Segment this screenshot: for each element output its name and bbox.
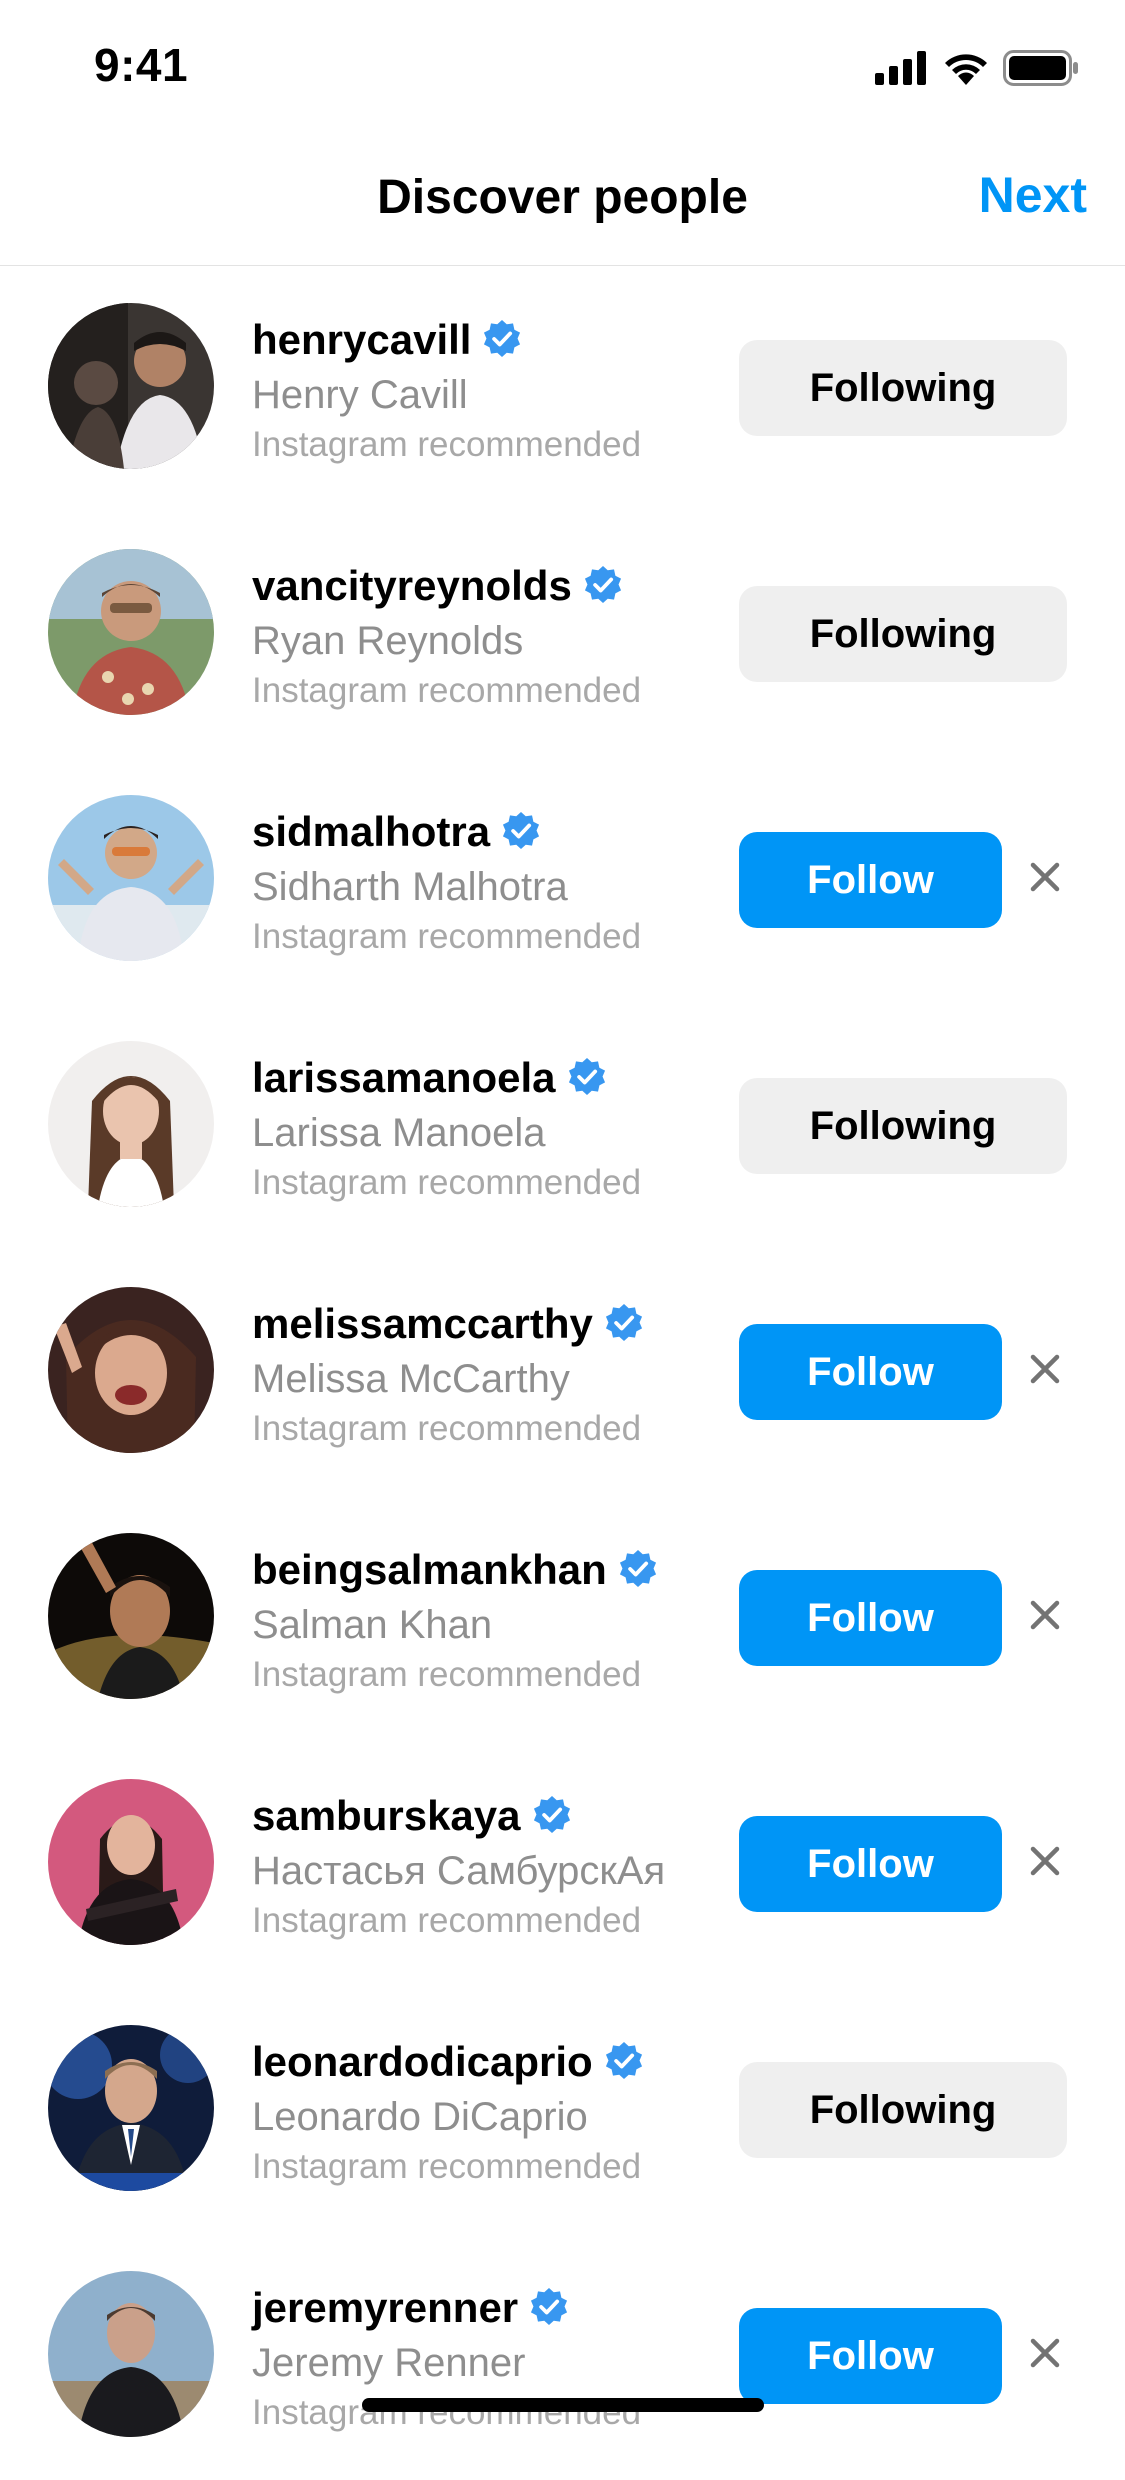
person-info: melissamccarthy Melissa McCarthy Instagr…: [252, 1298, 722, 1452]
username[interactable]: samburskaya: [252, 1792, 521, 1840]
people-list: henrycavill Henry Cavill Instagram recom…: [0, 266, 1125, 2480]
list-item: melissamccarthy Melissa McCarthy Instagr…: [0, 1250, 1125, 1496]
verified-badge-icon: [568, 1058, 605, 1096]
page-title: Discover people: [377, 171, 748, 224]
full-name: Ryan Reynolds: [252, 619, 524, 663]
follow-button[interactable]: Follow: [739, 2308, 1002, 2404]
full-name: Sidharth Malhotra: [252, 865, 568, 909]
following-button[interactable]: Following: [739, 1078, 1067, 1174]
status-bar: 9:41: [0, 0, 1125, 140]
person-info: sidmalhotra Sidharth Malhotra Instagram …: [252, 806, 722, 960]
close-icon[interactable]: [1024, 1840, 1066, 1882]
username[interactable]: jeremyrenner: [252, 2284, 518, 2332]
verified-badge-icon: [503, 812, 540, 850]
verified-badge-icon: [605, 2042, 642, 2080]
person-info: beingsalmankhan Salman Khan Instagram re…: [252, 1544, 722, 1698]
list-item: vancityreynolds Ryan Reynolds Instagram …: [0, 512, 1125, 758]
avatar[interactable]: [48, 1779, 214, 1945]
full-name: Melissa McCarthy: [252, 1357, 570, 1401]
home-indicator[interactable]: [362, 2398, 764, 2412]
verified-badge-icon: [584, 566, 621, 604]
avatar[interactable]: [48, 1041, 214, 1207]
person-info: jeremyrenner Jeremy Renner Instagram rec…: [252, 2282, 722, 2436]
avatar[interactable]: [48, 795, 214, 961]
follow-button[interactable]: Follow: [739, 1570, 1002, 1666]
list-item: henrycavill Henry Cavill Instagram recom…: [0, 266, 1125, 512]
close-icon[interactable]: [1024, 2332, 1066, 2374]
follow-button[interactable]: Follow: [739, 1816, 1002, 1912]
header: Discover people Next: [0, 140, 1125, 266]
avatar[interactable]: [48, 1287, 214, 1453]
follow-button[interactable]: Follow: [739, 832, 1002, 928]
battery-icon: [1003, 50, 1078, 86]
verified-badge-icon: [619, 1550, 656, 1588]
recommendation-text: Instagram recommended: [252, 425, 642, 464]
verified-badge-icon: [533, 1796, 570, 1834]
recommendation-text: Instagram recommended: [252, 1901, 642, 1940]
full-name: Salman Khan: [252, 1603, 493, 1647]
status-time: 9:41: [94, 39, 189, 91]
status-icons: [875, 50, 1079, 86]
close-icon[interactable]: [1024, 856, 1066, 898]
avatar[interactable]: [48, 549, 214, 715]
username[interactable]: vancityreynolds: [252, 562, 572, 610]
avatar[interactable]: [48, 303, 214, 469]
person-info: vancityreynolds Ryan Reynolds Instagram …: [252, 560, 722, 714]
full-name: Larissa Manoela: [252, 1111, 546, 1155]
verified-badge-icon: [531, 2288, 568, 2326]
list-item: leonardodicaprio Leonardo DiCaprio Insta…: [0, 1988, 1125, 2234]
full-name: Leonardo DiCaprio: [252, 2095, 588, 2139]
list-item: sidmalhotra Sidharth Malhotra Instagram …: [0, 758, 1125, 1004]
following-button[interactable]: Following: [739, 2062, 1067, 2158]
verified-badge-icon: [605, 1304, 642, 1342]
person-info: samburskaya Настасья СамбурскАя Instagra…: [252, 1790, 722, 1944]
following-button[interactable]: Following: [739, 586, 1067, 682]
list-item: larissamanoela Larissa Manoela Instagram…: [0, 1004, 1125, 1250]
person-info: larissamanoela Larissa Manoela Instagram…: [252, 1052, 722, 1206]
close-icon[interactable]: [1024, 1594, 1066, 1636]
list-item: jeremyrenner Jeremy Renner Instagram rec…: [0, 2234, 1125, 2480]
username[interactable]: beingsalmankhan: [252, 1546, 607, 1594]
full-name: Настасья СамбурскАя: [252, 1849, 666, 1893]
close-icon[interactable]: [1024, 1348, 1066, 1390]
recommendation-text: Instagram recommended: [252, 2393, 642, 2432]
follow-button[interactable]: Follow: [739, 1324, 1002, 1420]
person-info: leonardodicaprio Leonardo DiCaprio Insta…: [252, 2036, 722, 2190]
wifi-icon: [945, 54, 987, 85]
avatar[interactable]: [48, 2271, 214, 2437]
full-name: Henry Cavill: [252, 373, 468, 417]
username[interactable]: leonardodicaprio: [252, 2038, 593, 2086]
username[interactable]: sidmalhotra: [252, 808, 490, 856]
recommendation-text: Instagram recommended: [252, 671, 642, 710]
list-item: beingsalmankhan Salman Khan Instagram re…: [0, 1496, 1125, 1742]
verified-badge-icon: [484, 320, 521, 358]
full-name: Jeremy Renner: [252, 2341, 526, 2385]
list-item: samburskaya Настасья СамбурскАя Instagra…: [0, 1742, 1125, 1988]
recommendation-text: Instagram recommended: [252, 917, 642, 956]
cellular-signal-icon: [875, 51, 926, 85]
following-button[interactable]: Following: [739, 340, 1067, 436]
recommendation-text: Instagram recommended: [252, 1409, 642, 1448]
next-button[interactable]: Next: [979, 166, 1087, 224]
person-info: henrycavill Henry Cavill Instagram recom…: [252, 314, 722, 468]
recommendation-text: Instagram recommended: [252, 2147, 642, 2186]
username[interactable]: larissamanoela: [252, 1054, 556, 1102]
avatar[interactable]: [48, 1533, 214, 1699]
username[interactable]: melissamccarthy: [252, 1300, 593, 1348]
username[interactable]: henrycavill: [252, 316, 471, 364]
recommendation-text: Instagram recommended: [252, 1655, 642, 1694]
recommendation-text: Instagram recommended: [252, 1163, 642, 1202]
avatar[interactable]: [48, 2025, 214, 2191]
